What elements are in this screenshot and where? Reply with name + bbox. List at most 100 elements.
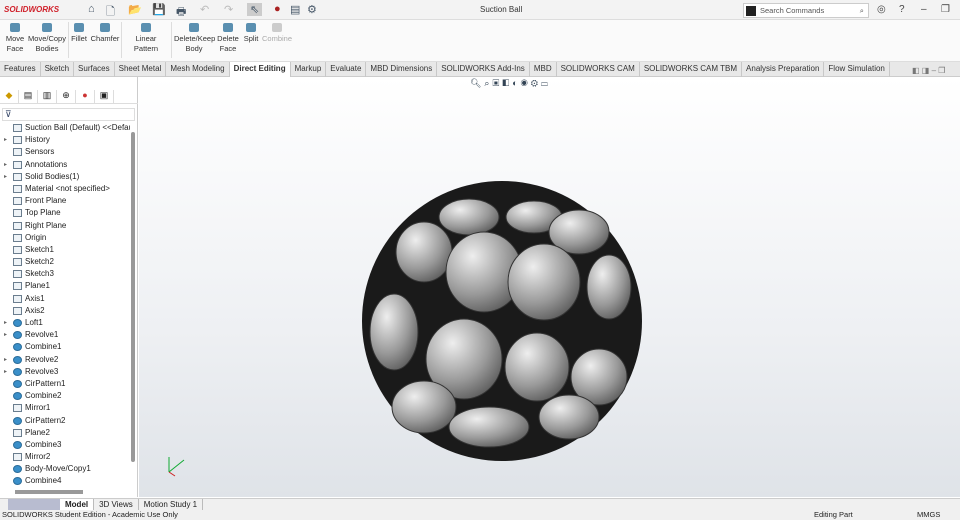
minimize-icon[interactable]: –: [921, 4, 927, 15]
tab-direct-editing[interactable]: Direct Editing: [229, 62, 291, 77]
tree-item[interactable]: Plane1: [0, 280, 130, 292]
expand-arrow-icon[interactable]: ▸: [4, 159, 7, 171]
cam-tab-icon[interactable]: ▣: [95, 90, 114, 104]
command-icon: [746, 5, 756, 16]
filter-input[interactable]: ⊽: [2, 108, 135, 121]
linear-pattern-button[interactable]: Linear Pattern: [123, 23, 169, 54]
move-face-button[interactable]: Move Face: [4, 23, 26, 54]
tree-item-label: CirPattern1: [25, 378, 66, 388]
tab-evaluate[interactable]: Evaluate: [326, 62, 367, 77]
expand-arrow-icon[interactable]: ▸: [4, 134, 7, 146]
tree-item[interactable]: ▸ Loft1: [0, 317, 130, 329]
tab-solidworks-cam[interactable]: SOLIDWORKS CAM: [557, 62, 640, 77]
tab-motion-study-1[interactable]: Motion Study 1: [139, 499, 204, 510]
help-icon[interactable]: ?: [899, 4, 905, 15]
tree-item[interactable]: ▸ History: [0, 134, 130, 146]
expand-arrow-icon[interactable]: ▸: [4, 329, 7, 341]
tree-item-label: Revolve1: [25, 330, 59, 340]
tree-item[interactable]: Sketch1: [0, 244, 130, 256]
property-manager-tab-icon[interactable]: ▤: [19, 90, 38, 104]
tab-sheet-metal[interactable]: Sheet Metal: [115, 62, 167, 77]
tree-item[interactable]: ▸ Revolve3: [0, 366, 130, 378]
status-units[interactable]: MMGS: [917, 510, 940, 520]
chamfer-button[interactable]: Chamfer: [90, 23, 120, 44]
tree-item[interactable]: Origin: [0, 232, 130, 244]
expand-arrow-icon[interactable]: ▸: [4, 354, 7, 366]
panel-controls-icon[interactable]: ◧ ◨ – ❐: [912, 66, 945, 75]
search-icon[interactable]: ⌕: [860, 6, 864, 16]
tree-item[interactable]: Material <not specified>: [0, 183, 130, 195]
tab-flow-simulation[interactable]: Flow Simulation: [824, 62, 890, 77]
home-icon[interactable]: ⌂: [88, 3, 95, 15]
delete-keep-body-button[interactable]: Delete/Keep Body: [174, 23, 215, 54]
file-properties-icon[interactable]: ▤: [290, 3, 300, 16]
tree-item[interactable]: Sensors: [0, 146, 130, 158]
tab-model[interactable]: Model: [60, 499, 95, 510]
feature-manager-tab-icon[interactable]: ◆: [0, 90, 19, 104]
tab-mbd-dimensions[interactable]: MBD Dimensions: [366, 62, 438, 77]
tree-item[interactable]: CirPattern2: [0, 415, 130, 427]
save-icon[interactable]: 💾: [152, 3, 166, 16]
feature-tree: Suction Ball (Default) <<Default> ▸ Histor…: [0, 122, 130, 488]
undo-icon[interactable]: ↶: [200, 3, 209, 16]
tree-item[interactable]: Mirror2: [0, 451, 130, 463]
tree-item[interactable]: Suction Ball (Default) <<Default>: [0, 122, 130, 134]
fillet-button[interactable]: Fillet: [70, 23, 88, 44]
tab-features[interactable]: Features: [0, 62, 41, 77]
tree-horizontal-scrollbar[interactable]: [15, 490, 83, 494]
account-icon[interactable]: ◎: [877, 4, 886, 15]
tree-item[interactable]: ▸ Annotations: [0, 159, 130, 171]
tab-solidworks-cam-tbm[interactable]: SOLIDWORKS CAM TBM: [640, 62, 743, 77]
combine-button[interactable]: Combine: [262, 23, 292, 44]
tab-surfaces[interactable]: Surfaces: [74, 62, 115, 77]
tree-item[interactable]: Axis2: [0, 305, 130, 317]
tree-item[interactable]: Combine4: [0, 475, 130, 487]
tree-item[interactable]: Axis1: [0, 293, 130, 305]
expand-arrow-icon[interactable]: ▸: [4, 366, 7, 378]
graphics-area[interactable]: [139, 77, 960, 497]
tab-mbd[interactable]: MBD: [530, 62, 557, 77]
tree-item[interactable]: Combine1: [0, 341, 130, 353]
tree-item[interactable]: Right Plane: [0, 220, 130, 232]
tree-item[interactable]: ▸ Revolve1: [0, 329, 130, 341]
tree-item[interactable]: CirPattern1: [0, 378, 130, 390]
tree-item[interactable]: Plane2: [0, 427, 130, 439]
tree-item[interactable]: Combine3: [0, 439, 130, 451]
tree-scrollbar[interactable]: [131, 132, 135, 462]
expand-arrow-icon[interactable]: ▸: [4, 171, 7, 183]
move-copy-bodies-button[interactable]: Move/Copy Bodies: [27, 23, 67, 54]
options-gear-icon[interactable]: ⚙: [307, 3, 317, 16]
feature-icon: [13, 440, 22, 449]
tree-item-label: Revolve2: [25, 354, 59, 364]
dimxpert-tab-icon[interactable]: ⊕: [57, 90, 76, 104]
tree-item[interactable]: Mirror1: [0, 402, 130, 414]
heads-up-view-toolbar[interactable]: 🔍︎⌕▣◧◐◉⚙▭: [470, 78, 551, 89]
tab-3d-views[interactable]: 3D Views: [94, 499, 139, 510]
tab-markup[interactable]: Markup: [291, 62, 327, 77]
open-icon[interactable]: 📂: [128, 3, 142, 16]
search-commands-input[interactable]: Search Commands ⌕: [743, 3, 869, 18]
split-button[interactable]: Split: [243, 23, 259, 44]
tab-analysis-preparation[interactable]: Analysis Preparation: [742, 62, 825, 77]
tree-item[interactable]: Front Plane: [0, 195, 130, 207]
delete-face-button[interactable]: Delete Face: [216, 23, 240, 54]
feature-manager-panel: ◆ ▤ ▥ ⊕ ● ▣ ⊽ Suction Ball (Default) <<D…: [0, 77, 138, 497]
tab-sketch[interactable]: Sketch: [41, 62, 75, 77]
tree-item[interactable]: Combine2: [0, 390, 130, 402]
redo-icon[interactable]: ↷: [224, 3, 233, 16]
display-manager-tab-icon[interactable]: ●: [76, 90, 95, 104]
tree-item[interactable]: Body-Move/Copy1: [0, 463, 130, 475]
tab-mesh-modeling[interactable]: Mesh Modeling: [166, 62, 230, 77]
tab-solidworks-add-ins[interactable]: SOLIDWORKS Add-Ins: [437, 62, 530, 77]
tree-item[interactable]: ▸ Revolve2: [0, 354, 130, 366]
tree-item[interactable]: Sketch2: [0, 256, 130, 268]
tree-item[interactable]: Sketch3: [0, 268, 130, 280]
restore-icon[interactable]: ❐: [941, 4, 950, 15]
expand-arrow-icon[interactable]: ▸: [4, 317, 7, 329]
tree-item[interactable]: Top Plane: [0, 207, 130, 219]
select-icon[interactable]: ⇖: [247, 3, 263, 16]
tree-item[interactable]: ▸ Solid Bodies(1): [0, 171, 130, 183]
configuration-manager-tab-icon[interactable]: ▥: [38, 90, 57, 104]
tab-scroll-arrows[interactable]: [8, 499, 60, 510]
rebuild-icon[interactable]: ●: [274, 3, 281, 15]
